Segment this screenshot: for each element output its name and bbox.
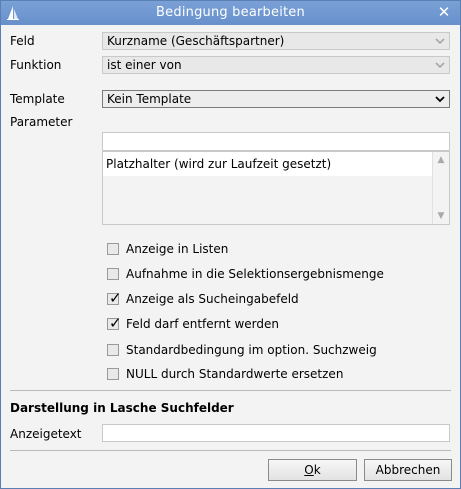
checkbox[interactable] — [107, 368, 119, 380]
divider — [10, 390, 451, 391]
template-select[interactable]: Kein Template — [102, 90, 450, 108]
option-label: Aufnahme in die Selektionsergebnismenge — [126, 267, 384, 281]
dialog-window: Bedingung bearbeiten ✕ Feld Kurzname (Ge… — [0, 0, 461, 489]
template-label: Template — [10, 92, 65, 106]
checkbox[interactable] — [107, 268, 119, 280]
scroll-up-icon[interactable]: ▲ — [433, 153, 449, 167]
ok-button[interactable]: Ok — [268, 459, 357, 481]
list-item-label: Platzhalter (wird zur Laufzeit gesetzt) — [106, 157, 332, 171]
feld-label: Feld — [10, 34, 35, 48]
checkbox[interactable] — [107, 243, 119, 255]
section-title: Darstellung in Lasche Suchfelder — [10, 401, 234, 415]
option-label: NULL durch Standardwerte ersetzen — [126, 367, 344, 381]
checkbox[interactable]: ✓ — [107, 314, 122, 332]
feld-select[interactable]: Kurzname (Geschäftspartner) — [102, 32, 450, 50]
chevron-down-icon — [435, 62, 445, 69]
scrollbar[interactable]: ▲ ▼ — [432, 152, 449, 224]
option-label: Standardbedingung im option. Suchzweig — [126, 343, 377, 357]
list-item[interactable]: Platzhalter (wird zur Laufzeit gesetzt) — [103, 152, 433, 176]
close-icon[interactable]: ✕ — [436, 4, 452, 20]
checkmark-icon: ✓ — [109, 289, 122, 307]
template-select-value: Kein Template — [107, 92, 192, 106]
checkmark-icon: ✓ — [109, 314, 122, 332]
parameter-label: Parameter — [10, 115, 73, 129]
divider — [10, 450, 451, 451]
funktion-label: Funktion — [10, 58, 62, 72]
anzeigetext-label: Anzeigetext — [10, 427, 82, 441]
parameter-input[interactable] — [102, 132, 450, 151]
window-title: Bedingung bearbeiten — [156, 5, 305, 20]
feld-select-value: Kurzname (Geschäftspartner) — [107, 34, 285, 48]
option-label: Anzeige als Sucheingabefeld — [126, 292, 299, 306]
chevron-down-icon — [435, 96, 445, 103]
funktion-select[interactable]: ist einer von — [102, 56, 450, 74]
option-label: Feld darf entfernt werden — [126, 317, 280, 331]
checkbox[interactable] — [107, 344, 119, 356]
ok-label-rest: k — [313, 463, 321, 477]
chevron-down-icon — [435, 38, 445, 45]
title-bar[interactable]: Bedingung bearbeiten ✕ — [1, 1, 460, 25]
checkbox[interactable]: ✓ — [107, 289, 122, 307]
ok-mnemonic: O — [304, 463, 314, 477]
option-label: Anzeige in Listen — [126, 242, 229, 256]
parameter-list[interactable]: Platzhalter (wird zur Laufzeit gesetzt) … — [102, 151, 450, 225]
cancel-button[interactable]: Abbrechen — [364, 459, 452, 481]
funktion-select-value: ist einer von — [107, 58, 182, 72]
scroll-down-icon[interactable]: ▼ — [433, 209, 449, 223]
anzeigetext-input[interactable] — [102, 424, 450, 442]
